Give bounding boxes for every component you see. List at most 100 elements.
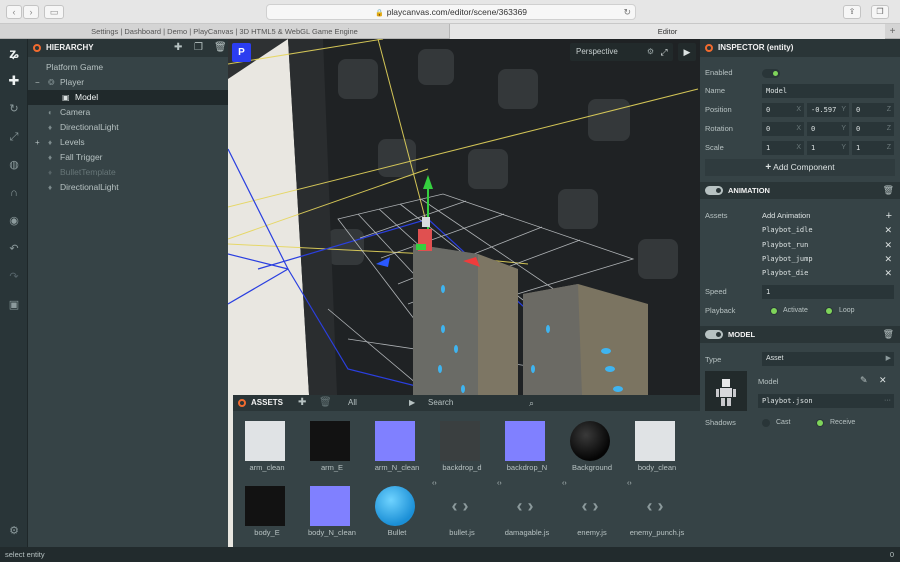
asset-item[interactable]: backdrop_d bbox=[432, 421, 496, 483]
tree-item-model[interactable]: ▣ Model bbox=[28, 90, 228, 105]
redo-icon[interactable]: ↷ bbox=[0, 267, 28, 287]
name-field[interactable]: Model bbox=[762, 84, 894, 98]
animation-toggle[interactable] bbox=[705, 186, 723, 195]
remove-icon[interactable]: ✕ bbox=[884, 238, 892, 252]
asset-item[interactable]: ‹› ‹ › bullet.js bbox=[432, 480, 496, 548]
browser-tab-dashboard[interactable]: Settings | Dashboard | Demo | PlayCanvas… bbox=[0, 24, 450, 39]
asset-item[interactable]: Bullet bbox=[367, 486, 431, 548]
url-field[interactable]: 🔒 playcanvas.com/editor/scene/363369 ↻ bbox=[266, 4, 636, 20]
add-animation-button[interactable]: Add Animation + bbox=[762, 209, 894, 223]
animation-clip-item[interactable]: Playbot_run ✕ bbox=[762, 238, 894, 252]
scale-y-field[interactable]: 1Y bbox=[807, 141, 849, 155]
tree-item-directional-light-2[interactable]: ♦ DirectionalLight bbox=[28, 180, 228, 195]
more-icon[interactable]: ··· bbox=[884, 394, 891, 408]
add-asset-button[interactable]: ✚ bbox=[298, 395, 306, 411]
animation-section-header[interactable]: ANIMATION 🗑 bbox=[700, 182, 900, 199]
asset-item[interactable]: arm_clean bbox=[237, 421, 301, 483]
asset-item[interactable]: ‹› ‹ › damagable.js bbox=[497, 480, 561, 548]
model-section-header[interactable]: MODEL 🗑 bbox=[700, 326, 900, 343]
snap-magnet-icon[interactable]: ∩ bbox=[0, 183, 28, 203]
tree-item-player[interactable]: − ❂ Player bbox=[28, 75, 228, 90]
type-select[interactable]: Asset ▶ bbox=[762, 352, 894, 366]
asset-item[interactable]: body_E bbox=[237, 486, 301, 548]
browser-toolbar: ‹ › ▭ 🔒 playcanvas.com/editor/scene/36336… bbox=[0, 0, 900, 24]
rotate-tool-icon[interactable]: ↻ bbox=[0, 99, 28, 119]
tree-item-bullet-template[interactable]: ♦ BulletTemplate bbox=[28, 165, 228, 180]
search-icon[interactable]: ⌕ bbox=[529, 395, 534, 411]
rotation-y-field[interactable]: 0Y bbox=[807, 122, 849, 136]
asset-item[interactable]: arm_N_clean bbox=[367, 421, 431, 483]
speed-field[interactable]: 1 bbox=[762, 285, 894, 299]
receive-shadows-checkbox[interactable] bbox=[816, 419, 824, 427]
activate-checkbox[interactable] bbox=[770, 307, 778, 315]
loop-checkbox[interactable] bbox=[825, 307, 833, 315]
rotation-x-field[interactable]: 0X bbox=[762, 122, 804, 136]
position-z-field[interactable]: 0Z bbox=[852, 103, 894, 117]
forward-button[interactable]: › bbox=[23, 5, 39, 19]
asset-filter-select[interactable]: All bbox=[348, 395, 357, 411]
chat-icon[interactable]: ▣ bbox=[0, 295, 28, 315]
scene-menu-logo-icon[interactable]: P bbox=[232, 43, 251, 62]
asset-item[interactable]: ‹› ‹ › enemy.js bbox=[562, 480, 626, 548]
add-entity-button[interactable]: ✚ bbox=[174, 39, 182, 57]
scale-x-field[interactable]: 1X bbox=[762, 141, 804, 155]
animation-clip-item[interactable]: Playbot_die ✕ bbox=[762, 266, 894, 280]
model-asset-field[interactable]: Playbot.json ··· bbox=[758, 394, 894, 408]
model-thumbnail[interactable] bbox=[705, 371, 747, 411]
trash-icon[interactable]: 🗑 bbox=[883, 182, 894, 199]
scale-tool-icon[interactable]: ⤢ bbox=[0, 127, 28, 147]
model-toggle[interactable] bbox=[705, 330, 723, 339]
remove-icon[interactable]: ✕ bbox=[884, 252, 892, 266]
remove-icon[interactable]: ✕ bbox=[884, 223, 892, 237]
tree-item-camera[interactable]: ◐ Camera bbox=[28, 105, 228, 120]
sidebar-toggle-button[interactable]: ▭ bbox=[44, 5, 64, 19]
clear-model-icon[interactable]: ✕ bbox=[879, 375, 887, 386]
add-component-button[interactable]: + Add Component bbox=[705, 159, 895, 176]
fullscreen-icon[interactable]: ⤢ bbox=[655, 43, 673, 61]
new-tab-button[interactable]: + bbox=[885, 24, 900, 39]
tabs-overview-button[interactable]: ❐ bbox=[871, 5, 889, 19]
world-space-icon[interactable]: ◍ bbox=[0, 155, 28, 175]
expand-icon[interactable]: + bbox=[35, 135, 40, 150]
tree-item-label: Camera bbox=[60, 107, 91, 117]
reload-icon[interactable]: ↻ bbox=[623, 5, 631, 20]
duplicate-entity-button[interactable]: ❐ bbox=[194, 39, 203, 57]
delete-entity-button[interactable]: 🗑 bbox=[214, 39, 227, 57]
asset-item[interactable]: arm_E bbox=[302, 421, 366, 483]
camera-select[interactable]: Perspective ⚙ bbox=[570, 43, 660, 61]
browser-tab-editor[interactable]: Editor bbox=[450, 24, 885, 39]
asset-item[interactable]: Background bbox=[562, 421, 626, 483]
tree-item-fall-trigger[interactable]: ♦ Fall Trigger bbox=[28, 150, 228, 165]
asset-item[interactable]: body_clean bbox=[627, 421, 691, 483]
back-button[interactable]: ‹ bbox=[6, 5, 22, 19]
camera-settings-icon[interactable]: ⚙ bbox=[647, 43, 654, 61]
position-y-field[interactable]: -0.597 Y bbox=[807, 103, 849, 117]
tree-item-directional-light[interactable]: ♦ DirectionalLight bbox=[28, 120, 228, 135]
remove-icon[interactable]: ✕ bbox=[884, 266, 892, 280]
filter-play-icon[interactable]: ▶ bbox=[409, 395, 415, 411]
tree-item-levels[interactable]: + ♦ Levels bbox=[28, 135, 228, 150]
animation-clip-item[interactable]: Playbot_jump ✕ bbox=[762, 252, 894, 266]
collapse-icon[interactable]: − bbox=[35, 75, 40, 90]
cast-shadows-checkbox[interactable] bbox=[762, 419, 770, 427]
animation-clip-item[interactable]: Playbot_idle ✕ bbox=[762, 223, 894, 237]
focus-eye-icon[interactable]: ◉ bbox=[0, 211, 28, 231]
delete-asset-button[interactable]: 🗑 bbox=[319, 395, 332, 411]
edit-icon[interactable]: ✎ bbox=[860, 375, 868, 386]
asset-item[interactable]: body_N_clean bbox=[302, 486, 366, 548]
rotation-z-field[interactable]: 0Z bbox=[852, 122, 894, 136]
position-x-field[interactable]: 0X bbox=[762, 103, 804, 117]
tree-item-platform-game[interactable]: Platform Game bbox=[28, 60, 228, 75]
trash-icon[interactable]: 🗑 bbox=[883, 326, 894, 343]
scale-z-field[interactable]: 1Z bbox=[852, 141, 894, 155]
asset-item[interactable]: ‹› ‹ › enemy_punch.js bbox=[627, 480, 691, 548]
enabled-toggle[interactable] bbox=[762, 69, 780, 78]
playcanvas-logo-icon[interactable]: ʑ bbox=[0, 43, 28, 63]
share-button[interactable]: ⇪ bbox=[843, 5, 861, 19]
add-entity-icon[interactable]: ✚ bbox=[0, 71, 28, 91]
settings-gear-icon[interactable]: ⚙ bbox=[0, 521, 28, 541]
asset-search-input[interactable]: Search bbox=[428, 395, 453, 411]
asset-item[interactable]: backdrop_N bbox=[497, 421, 561, 483]
launch-play-icon[interactable]: ▶ bbox=[678, 43, 696, 61]
undo-icon[interactable]: ↶ bbox=[0, 239, 28, 259]
